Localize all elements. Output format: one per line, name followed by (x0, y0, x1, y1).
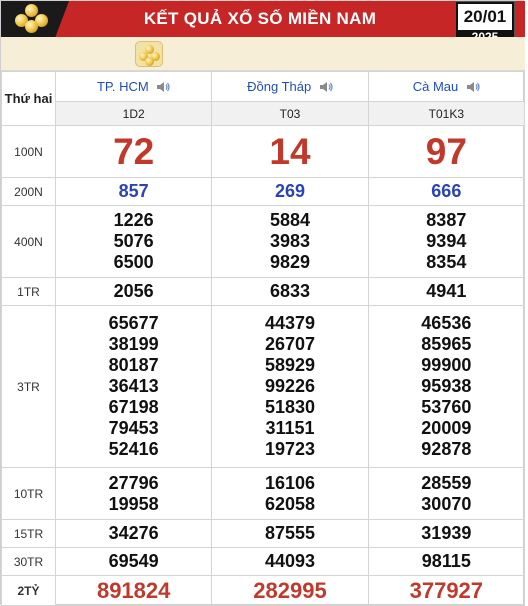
prize-label: 1TR (1, 277, 56, 306)
prize-number: 19958 (108, 493, 159, 514)
special-prize: 282995 (211, 575, 369, 606)
prize-label: 400N (1, 205, 56, 278)
prize-100n: 97 (367, 125, 526, 178)
prize-400n-cell: 5884 3983 9829 (211, 205, 369, 278)
prize-number: 3983 (269, 231, 311, 251)
prize-label: 200N (1, 177, 56, 206)
prize-10tr-cell: 28559 30070 (367, 467, 526, 520)
prize-number: 1226 (113, 210, 154, 230)
date-day: 20/01 (458, 4, 512, 30)
prize-number: 92878 (421, 439, 472, 459)
prize-3tr-cell: 46536 85965 99900 95938 53760 20009 9287… (367, 305, 526, 468)
prize-1tr: 6833 (211, 277, 369, 306)
province-name[interactable]: Đồng Tháp (247, 80, 311, 95)
results-table: Thứ hai TP. HCM Đồng Tháp Cà Mau 1D2 T03… (1, 71, 526, 606)
prize-number: 95938 (421, 376, 472, 396)
page-title: KẾT QUẢ XỔ SỐ MIỀN NAM (143, 9, 377, 28)
prize-100n: 72 (54, 125, 213, 178)
prize-400n-cell: 1226 5076 6500 (54, 205, 213, 278)
prize-number: 9394 (426, 231, 467, 251)
speaker-icon[interactable] (466, 81, 480, 93)
prize-number: 30070 (421, 493, 472, 514)
prize-100n: 14 (211, 125, 369, 178)
prize-10tr-cell: 27796 19958 (54, 467, 213, 520)
prize-1tr: 2056 (54, 277, 213, 306)
prize-number: 79453 (108, 418, 159, 438)
prize-400n-cell: 8387 9394 8354 (367, 205, 526, 278)
prize-15tr: 87555 (211, 519, 369, 548)
prize-30tr: 44093 (211, 547, 369, 576)
province-name[interactable]: Cà Mau (413, 80, 459, 95)
ticket-code: T01K3 (367, 101, 526, 126)
prize-number: 5884 (269, 210, 311, 230)
speaker-icon[interactable] (156, 81, 171, 93)
prize-1tr: 4941 (367, 277, 526, 306)
prize-number: 28559 (421, 472, 472, 493)
special-prize: 891824 (54, 575, 213, 606)
ticket-code: T03 (211, 101, 369, 126)
prize-number: 85965 (421, 334, 472, 354)
prize-number: 19723 (264, 439, 316, 459)
results-header: KẾT QUẢ XỔ SỐ MIỀN NAM 20/01 2025 (1, 1, 525, 45)
prize-number: 6500 (113, 252, 154, 272)
prize-15tr: 31939 (367, 519, 526, 548)
province-header-ca-mau[interactable]: Cà Mau (367, 71, 526, 102)
prize-number: 16106 (264, 472, 316, 493)
prize-30tr: 98115 (367, 547, 526, 576)
prize-200n: 857 (54, 177, 213, 206)
prize-number: 8387 (426, 210, 467, 230)
prize-label: 10TR (1, 467, 56, 520)
prize-label: 3TR (1, 305, 56, 468)
prize-number: 27796 (108, 472, 159, 493)
prize-number: 36413 (108, 376, 159, 396)
prize-number: 99226 (264, 376, 316, 396)
speaker-icon[interactable] (319, 81, 333, 93)
province-name[interactable]: TP. HCM (97, 80, 149, 95)
prize-label: 100N (1, 125, 56, 178)
prize-200n: 269 (211, 177, 369, 206)
prize-number: 53760 (421, 397, 472, 417)
prize-3tr-cell: 65677 38199 80187 36413 67198 79453 5241… (54, 305, 213, 468)
prize-number: 51830 (264, 397, 316, 417)
special-prize: 377927 (367, 575, 526, 606)
prize-label-special: 2TỶ (1, 575, 56, 606)
sub-toolbar (1, 37, 525, 71)
logo (1, 1, 69, 37)
prize-200n: 666 (367, 177, 526, 206)
prize-number: 38199 (108, 334, 159, 354)
province-header-hcm[interactable]: TP. HCM (54, 71, 213, 102)
prize-number: 67198 (108, 397, 159, 417)
prize-10tr-cell: 16106 62058 (211, 467, 369, 520)
prize-number: 46536 (421, 313, 472, 333)
prize-number: 5076 (113, 231, 154, 251)
prize-number: 62058 (264, 493, 316, 514)
prize-number: 65677 (108, 313, 159, 333)
prize-label: 15TR (1, 519, 56, 548)
day-label: Thứ hai (1, 71, 56, 126)
prize-number: 99900 (421, 355, 472, 375)
prize-number: 52416 (108, 439, 159, 459)
prize-30tr: 69549 (54, 547, 213, 576)
prize-number: 58929 (264, 355, 316, 375)
prize-number: 80187 (108, 355, 159, 375)
prize-3tr-cell: 44379 26707 58929 99226 51830 31151 1972… (211, 305, 369, 468)
lottery-results-panel: KẾT QUẢ XỔ SỐ MIỀN NAM 20/01 2025 Thứ ha… (0, 0, 526, 606)
ticket-code: 1D2 (54, 101, 213, 126)
prize-number: 44379 (264, 313, 316, 333)
prize-15tr: 34276 (54, 519, 213, 548)
prize-number: 31151 (265, 418, 315, 438)
prize-number: 20009 (421, 418, 472, 438)
province-header-dong-thap[interactable]: Đồng Tháp (211, 71, 369, 102)
prize-number: 9829 (269, 252, 311, 272)
prize-number: 26707 (264, 334, 316, 354)
lottery-balls-icon (15, 4, 49, 34)
prize-number: 8354 (426, 252, 467, 272)
lottery-balls-icon[interactable] (135, 41, 163, 67)
prize-label: 30TR (1, 547, 56, 576)
